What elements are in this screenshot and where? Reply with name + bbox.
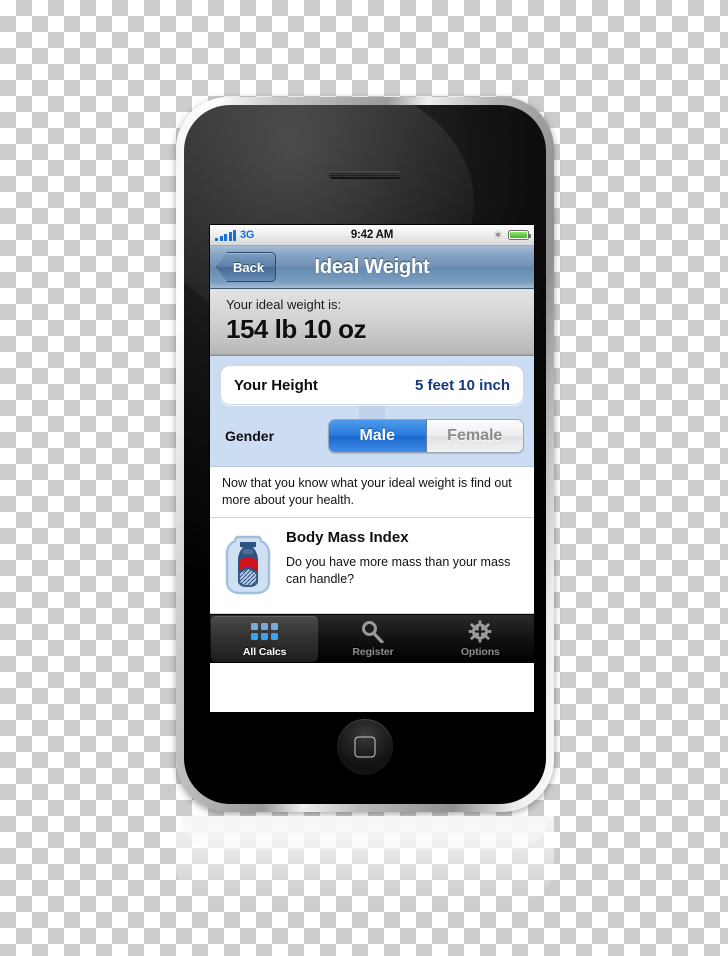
bmi-description: Do you have more mass than your mass can… — [286, 555, 511, 586]
back-button-label: Back — [233, 259, 265, 275]
back-button[interactable]: Back — [216, 252, 277, 282]
height-row[interactable]: Your Height 5 feet 10 inch — [220, 365, 524, 405]
list-item-body-mass-index[interactable]: Body Mass Index Do you have more mass th… — [210, 518, 534, 614]
iphone-device: 3G 9:42 AM ✶ Back Ideal Weight Your idea… — [176, 97, 554, 812]
gender-option-female[interactable]: Female — [426, 420, 523, 452]
info-text: Now that you know what your ideal weight… — [210, 467, 534, 518]
result-label: Your ideal weight is: — [226, 297, 342, 312]
status-bar: 3G 9:42 AM ✶ — [210, 225, 534, 246]
tab-all-calcs-label: All Calcs — [242, 645, 287, 658]
tab-bar: All Calcs Register Options — [210, 614, 534, 663]
tab-options[interactable]: Options — [427, 615, 534, 663]
key-plus-icon — [361, 620, 385, 643]
gender-label: Gender — [225, 428, 275, 444]
grid-icon — [251, 621, 279, 643]
gender-option-male[interactable]: Male — [329, 420, 427, 452]
phone-front-glass: 3G 9:42 AM ✶ Back Ideal Weight Your idea… — [184, 105, 546, 804]
device-reflection — [176, 816, 554, 908]
tab-register-label: Register — [352, 645, 394, 658]
bmi-text-block: Body Mass Index Do you have more mass th… — [286, 527, 522, 603]
result-panel: Your ideal weight is: 154 lb 10 oz — [210, 289, 534, 356]
battery-icon — [508, 230, 532, 240]
earpiece-speaker-icon — [329, 171, 401, 179]
result-value: 154 lb 10 oz — [226, 314, 366, 344]
bmi-title: Body Mass Index — [286, 529, 409, 546]
tab-register[interactable]: Register — [319, 615, 426, 663]
height-value[interactable]: 5 feet 10 inch — [415, 377, 510, 394]
home-button[interactable] — [337, 719, 393, 775]
navigation-bar: Back Ideal Weight — [210, 246, 534, 289]
status-bar-clock: 9:42 AM — [350, 229, 394, 241]
gender-segmented-control[interactable]: Male Female — [328, 419, 524, 453]
weight-kettlebell-icon — [222, 527, 274, 603]
tab-all-calcs[interactable]: All Calcs — [211, 616, 319, 662]
phone-screen: 3G 9:42 AM ✶ Back Ideal Weight Your idea… — [210, 225, 534, 712]
tab-options-label: Options — [460, 645, 500, 658]
gear-plus-icon — [468, 620, 492, 643]
height-label: Your Height — [234, 376, 318, 394]
gender-row: Gender Male Female — [220, 419, 524, 453]
input-form-area: Your Height 5 feet 10 inch Gender Male F… — [210, 356, 534, 467]
